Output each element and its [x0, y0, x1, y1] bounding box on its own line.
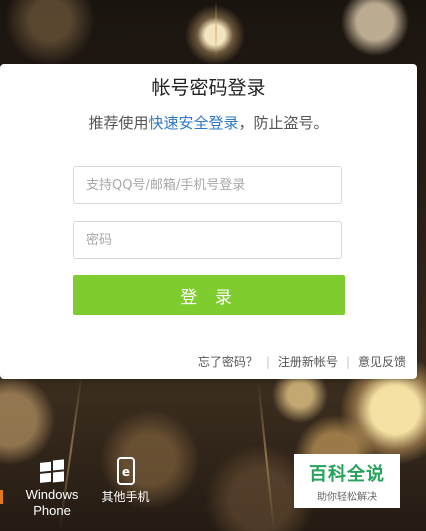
- mobile-phone-icon: e: [116, 457, 135, 485]
- footer-links: 忘了密码？ | 注册新帐号 | 意见反馈: [198, 353, 406, 370]
- other-phones-button[interactable]: e 其他手机: [98, 457, 153, 505]
- register-link[interactable]: 注册新帐号: [278, 353, 338, 370]
- password-input[interactable]: [73, 221, 342, 259]
- windows-phone-label-line1: Windows: [25, 487, 79, 502]
- hint-prefix: 推荐使用: [88, 114, 149, 132]
- feedback-link[interactable]: 意见反馈: [358, 353, 406, 370]
- login-hint: 推荐使用快速安全登录，防止盗号。: [0, 112, 417, 133]
- forgot-password-link[interactable]: 忘了密码？: [198, 353, 258, 370]
- hint-suffix: ，防止盗号。: [238, 114, 329, 132]
- background-strand: [257, 380, 275, 530]
- watermark-subtitle: 助你轻松解决: [317, 492, 377, 503]
- watermark-title: 百科全说: [309, 464, 385, 485]
- windows-phone-label-line2: Phone: [33, 503, 71, 518]
- other-phones-label: 其他手机: [101, 490, 150, 504]
- page-title: 帐号密码登录: [151, 77, 266, 99]
- windows-phone-button[interactable]: Windows Phone: [22, 457, 82, 519]
- left-edge-marker: [0, 490, 3, 504]
- quick-login-link[interactable]: 快速安全登录: [148, 114, 238, 132]
- login-button[interactable]: 登 录: [73, 275, 345, 315]
- background-strand: [215, 0, 217, 60]
- link-separator: |: [265, 354, 270, 369]
- windows-logo-icon: [40, 459, 64, 483]
- account-input[interactable]: [73, 166, 342, 204]
- watermark-logo: 百科全说 助你轻松解决: [294, 454, 400, 508]
- login-panel: 帐号密码登录 推荐使用快速安全登录，防止盗号。 登 录 忘了密码？ | 注册新帐…: [0, 64, 417, 379]
- svg-text:e: e: [121, 465, 129, 479]
- link-separator: |: [345, 354, 350, 369]
